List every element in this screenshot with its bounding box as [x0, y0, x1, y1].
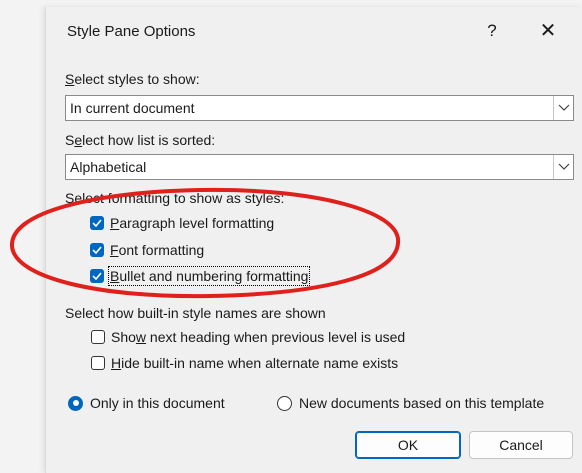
font-formatting-checkbox[interactable]: Font formatting: [90, 240, 204, 260]
formatting-label: Select formatting to show as styles:: [65, 190, 285, 206]
only-this-document-radio[interactable]: Only in this document: [68, 393, 225, 413]
new-documents-label: New documents based on this template: [299, 395, 545, 411]
radio-selected-icon[interactable]: [68, 395, 83, 411]
font-formatting-label: Font formatting: [110, 242, 205, 258]
chevron-down-icon[interactable]: [553, 155, 573, 179]
help-button[interactable]: ?: [476, 15, 508, 47]
paragraph-formatting-checkbox[interactable]: Paragraph level formatting: [90, 213, 274, 233]
new-documents-radio[interactable]: New documents based on this template: [277, 393, 544, 413]
styles-to-show-dropdown[interactable]: In current document: [65, 95, 574, 121]
close-button[interactable]: ✕: [532, 15, 564, 47]
dialog-title: Style Pane Options: [67, 23, 196, 40]
hide-builtin-label: Hide built-in name when alternate name e…: [111, 355, 399, 371]
checkbox-unchecked-icon[interactable]: [91, 356, 105, 370]
radio-unselected-icon[interactable]: [277, 395, 292, 411]
styles-to-show-label: Select styles to show:: [65, 71, 200, 87]
style-pane-options-dialog: Style Pane Options ? ✕ Select styles to …: [45, 7, 582, 473]
cancel-button[interactable]: Cancel: [469, 431, 573, 459]
checkbox-unchecked-icon[interactable]: [91, 330, 105, 344]
builtin-names-label: Select how built-in style names are show…: [65, 305, 326, 321]
checkbox-checked-icon[interactable]: [90, 216, 104, 230]
chevron-down-icon[interactable]: [553, 96, 573, 120]
ok-button[interactable]: OK: [355, 431, 461, 459]
bullet-formatting-checkbox[interactable]: Bullet and numbering formatting: [90, 266, 311, 286]
title-bar[interactable]: Style Pane Options ? ✕: [46, 7, 582, 55]
sort-dropdown[interactable]: Alphabetical: [65, 154, 574, 180]
next-heading-checkbox[interactable]: Show next heading when previous level is…: [91, 327, 405, 347]
checkbox-checked-icon[interactable]: [90, 269, 104, 283]
only-this-document-label: Only in this document: [90, 395, 225, 411]
checkbox-checked-icon[interactable]: [90, 243, 104, 257]
next-heading-label: Show next heading when previous level is…: [111, 329, 406, 345]
styles-to-show-value: In current document: [70, 100, 195, 116]
sort-label: Select how list is sorted:: [65, 132, 216, 148]
bullet-formatting-label: Bullet and numbering formatting: [107, 266, 311, 286]
paragraph-formatting-label: Paragraph level formatting: [110, 215, 275, 231]
hide-builtin-checkbox[interactable]: Hide built-in name when alternate name e…: [91, 353, 398, 373]
sort-value: Alphabetical: [70, 159, 147, 175]
